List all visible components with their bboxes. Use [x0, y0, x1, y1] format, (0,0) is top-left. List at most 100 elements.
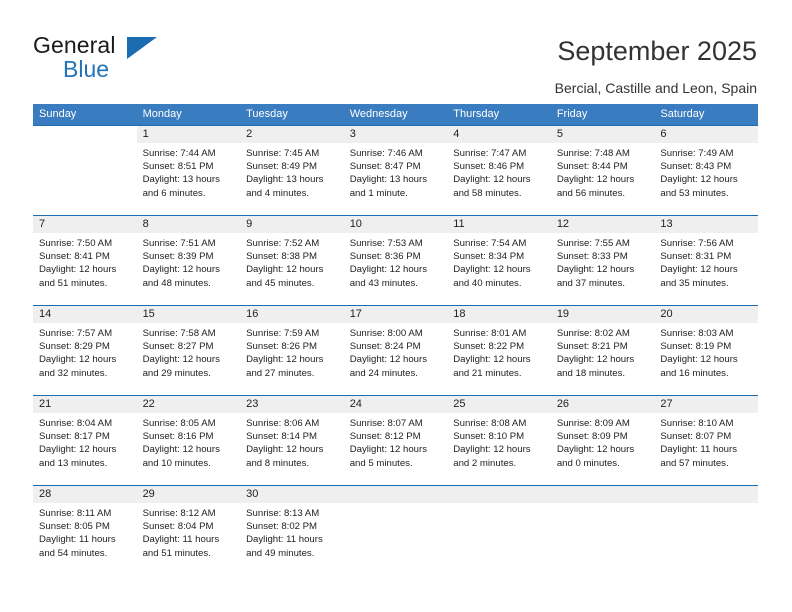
calendar-empty-cell — [343, 486, 448, 575]
calendar-day-cell[interactable]: 11 Sunrise: 7:54 AM Sunset: 8:34 PM Dayligh… — [447, 216, 551, 305]
detail-sunset: Sunset: 8:05 PM — [39, 521, 110, 533]
day-number: 17 — [343, 306, 448, 323]
detail-daylight2: and 1 minute. — [349, 187, 408, 199]
calendar-day-cell[interactable]: 5 Sunrise: 7:48 AM Sunset: 8:44 PM Daylight… — [550, 126, 655, 215]
day-details: Sunrise: 7:58 AM Sunset: 8:27 PM Daylight:… — [137, 323, 241, 380]
calendar-week-row: 7 Sunrise: 7:50 AM Sunset: 8:41 PM Daylight… — [33, 215, 758, 305]
detail-sunrise: Sunrise: 7:59 AM — [246, 328, 320, 339]
detail-sunrise: Sunrise: 7:44 AM — [142, 148, 216, 159]
detail-sunrise: Sunrise: 8:04 AM — [39, 418, 113, 429]
detail-daylight2: and 54 minutes. — [39, 547, 108, 559]
day-number: 12 — [550, 216, 655, 233]
detail-daylight1: Daylight: 12 hours — [246, 444, 324, 456]
day-number — [447, 486, 551, 503]
day-number — [550, 486, 655, 503]
detail-sunrise: Sunrise: 7:55 AM — [556, 238, 630, 249]
calendar-day-cell[interactable]: 19 Sunrise: 8:02 AM Sunset: 8:21 PM Dayligh… — [550, 306, 655, 395]
calendar-day-cell[interactable]: 2 Sunrise: 7:45 AM Sunset: 8:49 PM Daylight… — [240, 126, 344, 215]
calendar-day-cell[interactable]: 27 Sunrise: 8:10 AM Sunset: 8:07 PM Dayligh… — [654, 396, 758, 485]
detail-sunset: Sunset: 8:17 PM — [39, 431, 110, 443]
detail-daylight2: and 49 minutes. — [246, 547, 315, 559]
day-details: Sunrise: 7:50 AM Sunset: 8:41 PM Daylight:… — [33, 233, 137, 290]
weekday-header-tuesday: Tuesday — [246, 108, 288, 120]
detail-sunset: Sunset: 8:41 PM — [39, 251, 110, 263]
calendar-day-cell[interactable]: 7 Sunrise: 7:50 AM Sunset: 8:41 PM Daylight… — [33, 216, 137, 305]
day-details: Sunrise: 7:55 AM Sunset: 8:33 PM Daylight:… — [551, 233, 655, 290]
calendar-day-cell[interactable]: 15 Sunrise: 7:58 AM Sunset: 8:27 PM Dayligh… — [136, 306, 241, 395]
calendar-day-cell[interactable]: 14 Sunrise: 7:57 AM Sunset: 8:29 PM Dayligh… — [33, 306, 137, 395]
weekday-header-wednesday: Wednesday — [349, 108, 408, 120]
calendar-day-cell[interactable]: 12 Sunrise: 7:55 AM Sunset: 8:33 PM Dayligh… — [550, 216, 655, 305]
calendar-day-cell[interactable]: 1 Sunrise: 7:44 AM Sunset: 8:51 PM Daylight… — [136, 126, 241, 215]
calendar-day-cell[interactable]: 18 Sunrise: 8:01 AM Sunset: 8:22 PM Dayligh… — [447, 306, 551, 395]
calendar-day-cell[interactable]: 16 Sunrise: 7:59 AM Sunset: 8:26 PM Dayligh… — [240, 306, 344, 395]
calendar-empty-cell — [654, 486, 758, 575]
detail-sunrise: Sunrise: 8:07 AM — [349, 418, 423, 429]
week-cells: 21 Sunrise: 8:04 AM Sunset: 8:17 PM Dayligh… — [33, 396, 758, 485]
detail-daylight2: and 58 minutes. — [453, 187, 522, 199]
calendar-day-cell[interactable]: 28 Sunrise: 8:11 AM Sunset: 8:05 PM Dayligh… — [33, 486, 137, 575]
detail-sunrise: Sunrise: 7:48 AM — [556, 148, 630, 159]
detail-sunrise: Sunrise: 7:51 AM — [142, 238, 216, 249]
calendar-day-cell[interactable]: 9 Sunrise: 7:52 AM Sunset: 8:38 PM Daylight… — [240, 216, 344, 305]
day-number: 22 — [136, 396, 241, 413]
detail-sunset: Sunset: 8:22 PM — [453, 341, 525, 353]
detail-sunrise: Sunrise: 8:05 AM — [142, 418, 216, 429]
detail-sunrise: Sunrise: 8:08 AM — [453, 418, 527, 429]
detail-sunset: Sunset: 8:16 PM — [142, 431, 214, 443]
day-details: Sunrise: 7:52 AM Sunset: 8:38 PM Daylight:… — [240, 233, 344, 290]
weekday-header-thursday: Thursday — [453, 108, 500, 120]
detail-daylight1: Daylight: 13 hours — [142, 174, 220, 186]
day-number: 6 — [654, 126, 758, 143]
day-number: 26 — [550, 396, 655, 413]
calendar-day-cell[interactable]: 4 Sunrise: 7:47 AM Sunset: 8:46 PM Daylight… — [447, 126, 551, 215]
detail-sunset: Sunset: 8:33 PM — [556, 251, 628, 263]
calendar-day-cell[interactable]: 17 Sunrise: 8:00 AM Sunset: 8:24 PM Dayligh… — [343, 306, 448, 395]
day-details: Sunrise: 7:54 AM Sunset: 8:34 PM Daylight:… — [447, 233, 551, 290]
detail-daylight2: and 56 minutes. — [556, 187, 626, 199]
week-cells: 28 Sunrise: 8:11 AM Sunset: 8:05 PM Dayligh… — [33, 486, 758, 575]
detail-daylight1: Daylight: 11 hours — [142, 534, 220, 546]
calendar-day-cell[interactable]: 23 Sunrise: 8:06 AM Sunset: 8:14 PM Dayligh… — [240, 396, 344, 485]
calendar-day-cell[interactable]: 13 Sunrise: 7:56 AM Sunset: 8:31 PM Dayligh… — [654, 216, 758, 305]
calendar-week-row: 21 Sunrise: 8:04 AM Sunset: 8:17 PM Dayligh… — [33, 395, 758, 485]
detail-daylight1: Daylight: 12 hours — [660, 354, 738, 366]
calendar-day-cell[interactable]: 21 Sunrise: 8:04 AM Sunset: 8:17 PM Dayligh… — [33, 396, 137, 485]
day-number: 23 — [240, 396, 344, 413]
calendar-day-cell[interactable]: 3 Sunrise: 7:46 AM Sunset: 8:47 PM Daylight… — [343, 126, 448, 215]
detail-daylight1: Daylight: 13 hours — [246, 174, 324, 186]
detail-daylight1: Daylight: 11 hours — [660, 444, 737, 456]
calendar-empty-cell — [550, 486, 655, 575]
calendar-day-cell[interactable]: 20 Sunrise: 8:03 AM Sunset: 8:19 PM Dayligh… — [654, 306, 758, 395]
calendar-day-cell[interactable]: 30 Sunrise: 8:13 AM Sunset: 8:02 PM Dayligh… — [240, 486, 344, 575]
calendar-day-cell[interactable]: 29 Sunrise: 8:12 AM Sunset: 8:04 PM Dayligh… — [136, 486, 241, 575]
detail-daylight1: Daylight: 12 hours — [39, 354, 117, 366]
weekday-header-row: Sunday Monday Tuesday Wednesday Thursday Frid… — [33, 104, 758, 125]
calendar-day-cell[interactable]: 10 Sunrise: 7:53 AM Sunset: 8:36 PM Dayligh… — [343, 216, 448, 305]
calendar-day-cell[interactable]: 6 Sunrise: 7:49 AM Sunset: 8:43 PM Daylight… — [654, 126, 758, 215]
day-details: Sunrise: 7:59 AM Sunset: 8:26 PM Daylight:… — [240, 323, 344, 380]
calendar-day-cell[interactable]: 25 Sunrise: 8:08 AM Sunset: 8:10 PM Dayligh… — [447, 396, 551, 485]
detail-daylight1: Daylight: 13 hours — [349, 174, 428, 186]
detail-daylight2: and 8 minutes. — [246, 457, 310, 469]
day-number: 20 — [654, 306, 758, 323]
detail-daylight1: Daylight: 12 hours — [246, 264, 324, 276]
detail-daylight1: Daylight: 12 hours — [556, 174, 635, 186]
day-number: 1 — [136, 126, 241, 143]
day-number: 11 — [447, 216, 551, 233]
day-details: Sunrise: 8:00 AM Sunset: 8:24 PM Daylight:… — [344, 323, 448, 380]
calendar-day-cell[interactable]: 26 Sunrise: 8:09 AM Sunset: 8:09 PM Dayligh… — [550, 396, 655, 485]
calendar-page: General Blue September 2025 Bercial, Cas… — [0, 0, 792, 612]
detail-sunset: Sunset: 8:49 PM — [246, 161, 318, 173]
calendar-day-cell[interactable]: 8 Sunrise: 7:51 AM Sunset: 8:39 PM Daylight… — [136, 216, 241, 305]
day-number: 24 — [343, 396, 448, 413]
day-number: 13 — [654, 216, 758, 233]
detail-daylight2: and 18 minutes. — [556, 367, 626, 379]
calendar-day-cell[interactable]: 24 Sunrise: 8:07 AM Sunset: 8:12 PM Dayligh… — [343, 396, 448, 485]
calendar-day-cell[interactable]: 22 Sunrise: 8:05 AM Sunset: 8:16 PM Dayligh… — [136, 396, 241, 485]
day-number: 5 — [550, 126, 655, 143]
brand-triangle-icon — [127, 37, 157, 59]
day-number — [33, 126, 137, 143]
detail-sunset: Sunset: 8:04 PM — [142, 521, 214, 533]
day-details: Sunrise: 8:02 AM Sunset: 8:21 PM Daylight:… — [551, 323, 655, 380]
